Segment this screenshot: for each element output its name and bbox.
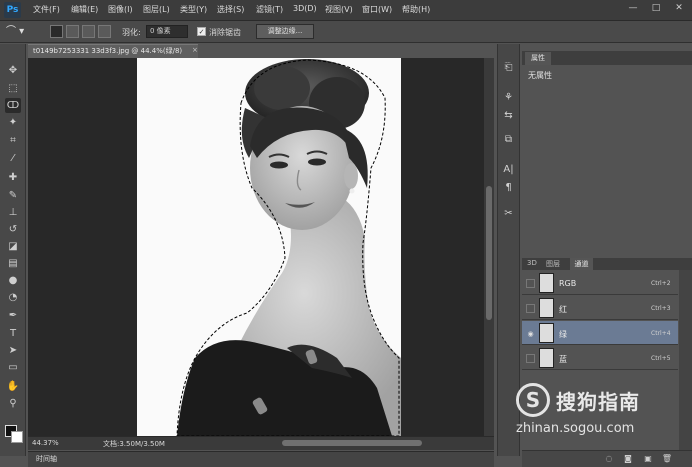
blur-tool-icon[interactable]: ● xyxy=(5,273,21,288)
menu-file[interactable]: 文件(F) xyxy=(33,4,60,15)
pen-tool-icon[interactable]: ✒ xyxy=(5,308,21,323)
load-selection-icon[interactable]: ◌ xyxy=(603,453,615,464)
visibility-toggle[interactable] xyxy=(526,279,535,288)
zoom-level[interactable]: 44.37% xyxy=(32,439,59,447)
channel-thumbnail xyxy=(539,348,554,368)
clone-stamp-tool-icon[interactable]: ⊥ xyxy=(5,205,21,220)
tab-3d[interactable]: 3D xyxy=(527,259,537,267)
new-channel-icon[interactable]: ▣ xyxy=(642,453,654,464)
document-info[interactable]: 文档:3.50M/3.50M xyxy=(103,439,165,449)
channel-thumbnail xyxy=(539,298,554,318)
channel-shortcut: Ctrl+5 xyxy=(651,355,671,362)
channel-name: 绿 xyxy=(559,330,567,339)
properties-panel xyxy=(522,65,692,255)
zoom-tool-icon[interactable]: ⚲ xyxy=(5,396,21,411)
close-window-button[interactable]: ✕ xyxy=(670,1,688,15)
channel-shortcut: Ctrl+3 xyxy=(651,305,671,312)
menu-image[interactable]: 图像(I) xyxy=(108,4,133,15)
history-brush-tool-icon[interactable]: ↺ xyxy=(5,222,21,237)
history-panel-icon[interactable]: ⎗ xyxy=(500,60,517,75)
add-selection-button[interactable] xyxy=(66,25,79,38)
menu-edit[interactable]: 编辑(E) xyxy=(71,4,98,15)
menu-window[interactable]: 窗口(W) xyxy=(362,4,392,15)
menu-filter[interactable]: 滤镜(T) xyxy=(256,4,283,15)
tool-presets-icon[interactable]: ✂ xyxy=(500,206,517,221)
portrait-image xyxy=(137,58,401,436)
dodge-tool-icon[interactable]: ◔ xyxy=(5,290,21,305)
watermark-url: zhinan.sogou.com xyxy=(516,421,635,436)
status-bar xyxy=(28,436,494,450)
channel-name: 蓝 xyxy=(559,355,567,364)
close-tab-icon[interactable]: × xyxy=(192,46,198,54)
feather-label: 羽化: xyxy=(122,28,141,37)
save-selection-icon[interactable]: ◙ xyxy=(622,453,634,464)
character-panel-icon[interactable]: A| xyxy=(500,162,517,177)
channel-shortcut: Ctrl+4 xyxy=(651,330,671,337)
channels-scrollbar[interactable] xyxy=(679,270,692,450)
channel-shortcut: Ctrl+2 xyxy=(651,280,671,287)
gradient-tool-icon[interactable]: ▤ xyxy=(5,256,21,271)
properties-empty-text: 无属性 xyxy=(528,71,552,80)
horizontal-scroll-thumb[interactable] xyxy=(282,440,422,446)
document-tab[interactable]: t0149b7253331 33d3f3.jpg @ 44.4%(绿/8) xyxy=(28,44,198,58)
lasso-preset-icon[interactable]: ⌒ ▾ xyxy=(6,25,34,39)
menu-help[interactable]: 帮助(H) xyxy=(402,4,430,15)
menu-layer[interactable]: 图层(L) xyxy=(143,4,170,15)
vertical-scroll-thumb[interactable] xyxy=(486,186,492,320)
paragraph-panel-icon[interactable]: ¶ xyxy=(500,180,517,195)
healing-brush-tool-icon[interactable]: ✚ xyxy=(5,170,21,185)
sogou-logo-icon: S xyxy=(516,383,550,417)
menu-3d[interactable]: 3D(D) xyxy=(293,4,317,13)
image-canvas[interactable] xyxy=(137,58,401,436)
subtract-selection-button[interactable] xyxy=(82,25,95,38)
type-tool-icon[interactable]: T xyxy=(5,326,21,341)
magic-wand-tool-icon[interactable]: ✦ xyxy=(5,115,21,130)
timeline-bar xyxy=(28,451,494,467)
menu-type[interactable]: 类型(Y) xyxy=(180,4,207,15)
actions-panel-icon[interactable]: ⚘ xyxy=(500,90,517,105)
tab-layers[interactable]: 图层 xyxy=(546,259,560,269)
styles-panel-icon[interactable]: ⧉ xyxy=(500,132,517,147)
new-selection-button[interactable] xyxy=(50,25,63,38)
background-color-swatch[interactable] xyxy=(11,431,23,443)
minimize-button[interactable]: — xyxy=(624,1,642,15)
feather-input[interactable]: 0 像素 xyxy=(146,25,188,38)
watermark-title: 搜狗指南 xyxy=(556,390,640,414)
tab-channels[interactable]: 通道 xyxy=(570,258,593,270)
delete-channel-icon[interactable]: 🗑 xyxy=(661,453,673,464)
visibility-toggle[interactable] xyxy=(526,304,535,313)
eyedropper-tool-icon[interactable]: ⁄ xyxy=(5,151,21,166)
lasso-tool-icon[interactable]: ↀ xyxy=(5,98,21,113)
eye-icon[interactable]: ◉ xyxy=(526,329,535,338)
marquee-tool-icon[interactable]: ⬚ xyxy=(5,81,21,96)
maximize-button[interactable]: □ xyxy=(647,1,665,15)
rectangle-tool-icon[interactable]: ▭ xyxy=(5,360,21,375)
brush-tool-icon[interactable]: ✎ xyxy=(5,188,21,203)
menu-select[interactable]: 选择(S) xyxy=(217,4,244,15)
visibility-toggle[interactable] xyxy=(526,354,535,363)
channel-thumbnail xyxy=(539,323,554,343)
intersect-selection-button[interactable] xyxy=(98,25,111,38)
path-selection-tool-icon[interactable]: ➤ xyxy=(5,343,21,358)
adjustments-panel-icon[interactable]: ⇆ xyxy=(500,108,517,123)
photoshop-logo: Ps xyxy=(4,2,21,18)
channel-name: RGB xyxy=(559,279,577,288)
channel-thumbnail xyxy=(539,273,554,293)
eraser-tool-icon[interactable]: ◪ xyxy=(5,239,21,254)
properties-tab[interactable]: 属性 xyxy=(525,52,551,65)
menu-view[interactable]: 视图(V) xyxy=(325,4,353,15)
timeline-tab[interactable]: 时间轴 xyxy=(36,454,57,464)
channel-name: 红 xyxy=(559,305,567,314)
refine-edge-button[interactable]: 调整边缘... xyxy=(256,24,314,39)
hand-tool-icon[interactable]: ✋ xyxy=(5,379,21,394)
move-tool-icon[interactable]: ✥ xyxy=(5,63,21,78)
antialias-checkbox[interactable]: ✓ xyxy=(197,27,206,36)
crop-tool-icon[interactable]: ⌗ xyxy=(5,133,21,148)
antialias-label: 消除锯齿 xyxy=(209,28,241,37)
